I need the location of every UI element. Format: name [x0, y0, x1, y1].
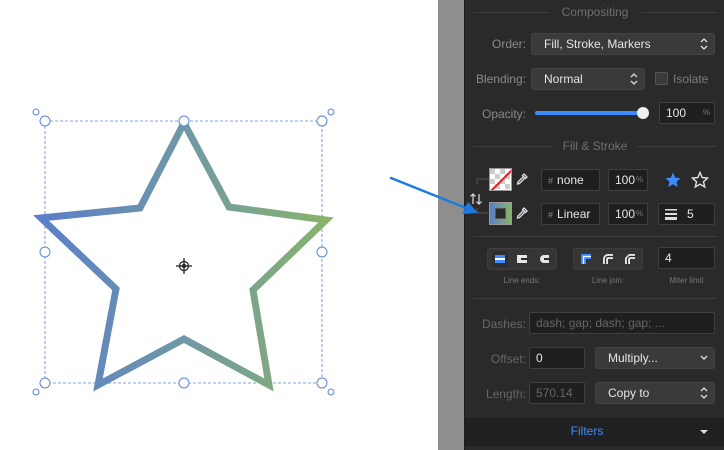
panel-gutter: [438, 0, 464, 450]
handle-middle-right: [316, 246, 328, 258]
opacity-label: Opacity:: [481, 107, 526, 121]
none-swatch-icon: [490, 169, 511, 190]
opacity-unit: %: [702, 108, 710, 117]
fill-swatch[interactable]: [489, 168, 512, 191]
blending-label: Blending:: [475, 72, 526, 86]
filters-label: Filters: [570, 424, 604, 438]
line-ends-label: Line ends:: [503, 276, 541, 285]
line-end-round-icon[interactable]: [536, 251, 552, 267]
order-value: Fill, Stroke, Markers: [544, 37, 651, 51]
stroke-width-value: 5: [687, 207, 694, 221]
line-join-label: Line join:: [591, 276, 625, 285]
isolate-label: Isolate: [673, 72, 709, 86]
offset-value: 0: [536, 351, 543, 365]
canvas-svg: [32, 108, 335, 396]
line-join-bevel-icon[interactable]: [622, 251, 638, 267]
stroke-value-input[interactable]: # Linear: [541, 203, 600, 225]
line-join-miter-icon[interactable]: [578, 251, 594, 267]
rotate-top-left: [32, 108, 40, 116]
handle-bottom-middle: [178, 377, 190, 389]
rotate-bottom-right: [327, 388, 335, 396]
select-arrows-icon: [700, 38, 708, 50]
divider: [473, 298, 717, 299]
handle-middle-left: [39, 246, 51, 258]
handle-top-left: [39, 115, 51, 127]
stroke-swatch-inner: [495, 208, 506, 219]
multiply-select[interactable]: Multiply...: [595, 347, 715, 369]
order-label: Order:: [491, 37, 526, 51]
line-join-round-icon[interactable]: [600, 251, 616, 267]
order-select[interactable]: Fill, Stroke, Markers: [531, 33, 715, 55]
fill-value: none: [557, 173, 584, 187]
copy-to-label: Copy to: [608, 386, 650, 400]
stroke-width-icon: [665, 209, 677, 220]
select-arrows-icon: [700, 387, 708, 399]
divider: [473, 236, 717, 237]
hash-symbol: #: [548, 210, 554, 220]
rotate-bottom-left: [32, 388, 40, 396]
stroke-opacity-input[interactable]: 100 %: [608, 203, 648, 225]
chevron-down-icon: [700, 430, 708, 434]
handle-bottom-left: [39, 377, 51, 389]
fill-opacity-value: 100: [615, 173, 636, 187]
multiply-label: Multiply...: [608, 351, 658, 365]
drawing-canvas[interactable]: [0, 0, 438, 450]
opacity-slider-thumb[interactable]: [637, 107, 649, 119]
length-value: 570.14: [536, 386, 573, 400]
line-end-square-icon[interactable]: [514, 251, 530, 267]
stroke-opacity-value: 100: [615, 207, 636, 221]
fill-opacity-unit: %: [635, 175, 643, 184]
fill-value-input[interactable]: # none: [541, 169, 600, 191]
blending-value: Normal: [544, 72, 583, 86]
handle-top-right: [316, 115, 328, 127]
filters-section-header[interactable]: Filters: [465, 418, 724, 446]
dashes-placeholder: dash; gap; dash; gap; ...: [536, 316, 665, 330]
miter-limit-label: Miter limit: [669, 276, 704, 285]
dashes-input[interactable]: dash; gap; dash; gap; ...: [529, 312, 715, 334]
star-shape[interactable]: [33, 115, 334, 392]
stroke-swatch[interactable]: [489, 202, 512, 225]
copy-to-select[interactable]: Copy to: [595, 382, 715, 404]
fill-eyedropper-icon[interactable]: [515, 172, 529, 186]
opacity-value: 100: [666, 106, 687, 120]
stroke-value: Linear: [557, 207, 591, 221]
offset-input[interactable]: 0: [529, 347, 585, 369]
chevron-down-icon: [700, 355, 708, 360]
opacity-slider-fill: [535, 111, 643, 115]
dashes-label: Dashes:: [481, 317, 526, 331]
opacity-input[interactable]: 100 %: [659, 102, 715, 124]
miter-limit-input[interactable]: 4: [658, 247, 715, 269]
divider: [641, 12, 717, 13]
offset-label: Offset:: [490, 352, 526, 366]
handle-top-middle: [178, 115, 190, 127]
fill-opacity-input[interactable]: 100 %: [608, 169, 648, 191]
divider: [637, 146, 717, 147]
stroke-width-input[interactable]: 5: [658, 203, 715, 225]
stroke-eyedropper-icon[interactable]: [515, 206, 529, 220]
select-arrows-icon: [630, 73, 638, 85]
star-filled-icon[interactable]: [664, 171, 682, 189]
line-join-group: [573, 248, 643, 270]
star-outline-icon[interactable]: [691, 171, 709, 189]
properties-panel: Compositing Order: Fill, Stroke, Markers…: [464, 0, 724, 450]
line-end-butt-icon[interactable]: [492, 251, 508, 267]
blending-select[interactable]: Normal: [531, 68, 645, 90]
length-input[interactable]: 570.14: [529, 382, 585, 404]
hash-symbol: #: [548, 176, 554, 186]
stroke-opacity-unit: %: [635, 209, 643, 218]
annotation-arrow: [389, 176, 478, 214]
rotate-top-right: [327, 108, 335, 116]
length-label: Length:: [485, 387, 526, 401]
miter-limit-value: 4: [665, 251, 672, 265]
line-ends-group: [487, 248, 557, 270]
opacity-slider[interactable]: [535, 107, 649, 119]
handle-bottom-right: [316, 377, 328, 389]
isolate-checkbox[interactable]: [655, 72, 668, 85]
